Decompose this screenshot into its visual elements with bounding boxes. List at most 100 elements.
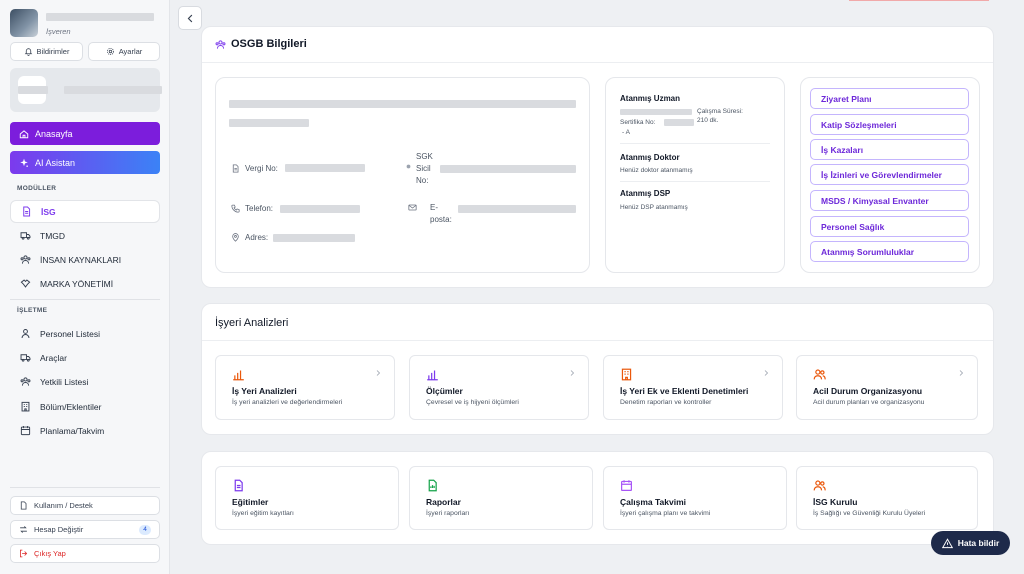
company-name-redacted-2 [229,119,309,127]
report-error-label: Hata bildir [957,538,1000,548]
nav-departments[interactable]: Bölüm/Eklentiler [10,395,160,418]
nav-human-resources[interactable]: İNSAN KAYNAKLARI [10,248,160,271]
tile-work-calendar[interactable]: Çalışma Takvimi İşyeri çalışma planı ve … [603,466,787,530]
document-icon [234,479,243,492]
dot-icon [406,164,411,169]
expert-work-label: Çalışma Süresi: [697,108,743,115]
tile-reports[interactable]: Raporlar İşyeri raporları [409,466,593,530]
visit-plan-button[interactable]: Ziyaret Planı [810,88,969,109]
tile-title: Eğitimler [232,497,269,507]
nav-home[interactable]: Anasayfa [10,122,160,145]
nav-personnel-list[interactable]: Personel Listesi [10,322,160,345]
people-icon [20,255,31,264]
modules-section-label: MODÜLLER [17,185,57,192]
nav-brand-label: MARKA YÖNETİMİ [40,278,114,289]
usage-label: Kullanım / Destek [34,501,93,510]
nav-authorized-list[interactable]: Yetkili Listesi [10,370,160,393]
osgb-title: OSGB Bilgileri [215,38,307,50]
tile-subtitle: Acil durum planları ve organizasyonu [813,399,925,406]
assigned-doctor-title: Atanmış Doktor [620,153,680,162]
company-name-redacted [229,100,576,108]
work-accidents-button[interactable]: İş Kazaları [810,139,969,160]
expert-separator-1 [620,143,770,144]
expert-separator-2 [620,181,770,182]
tile-subtitle: İşyeri raporları [426,510,470,517]
switch-account-button[interactable]: Hesap Değiştir 4 [10,520,160,539]
sgk-number-redacted [440,165,576,173]
logout-icon [20,549,28,558]
switch-label: Hesap Değiştir [34,525,84,534]
nav-brand-management[interactable]: MARKA YÖNETİMİ [10,272,160,295]
osgb-title-text: OSGB Bilgileri [231,38,307,50]
personnel-health-button[interactable]: Personel Sağlık [810,216,969,237]
nav-isg[interactable]: İSG [10,200,160,223]
logout-button[interactable]: Çıkış Yap [10,544,160,563]
expert-work-value: 210 dk. [697,117,719,124]
chevron-left-icon [187,14,192,22]
phone-icon [231,204,240,213]
tile-subtitle: İş Sağlığı ve Güvenliği Kurulu Üyeleri [813,510,926,517]
sgk-number-label: SGK Sicil No: [416,152,433,185]
email-label: E-posta: [430,203,452,224]
document-icon [23,206,31,217]
back-button[interactable] [178,6,202,30]
expert-name-redacted [620,109,692,115]
tile-subtitle: İşyeri eğitim kayıtları [232,510,294,517]
chevron-right-icon [376,370,381,376]
tile-title: Acil Durum Organizasyonu [813,386,923,396]
building-icon [21,401,30,412]
user-profile[interactable]: İşveren [10,9,160,39]
katip-contracts-button[interactable]: Katip Sözleşmeleri [810,114,969,135]
email-field: E-posta: [408,202,452,226]
tile-emergency-organization[interactable]: Acil Durum Organizasyonu Acil durum plan… [796,355,978,420]
nav-planning-calendar[interactable]: Planlama/Takvim [10,419,160,442]
nav-ai-assistant[interactable]: AI Asistan [10,151,160,174]
work-permits-button[interactable]: İş İzinleri ve Görevlendirmeler [810,164,969,185]
report-error-button[interactable]: Hata bildir [931,531,1010,555]
chevron-right-icon [570,370,575,376]
tile-subtitle: Çevresel ve iş hijyeni ölçümleri [426,399,519,406]
expert-class: - A [622,129,630,136]
nav-vehicles[interactable]: Araçlar [10,346,160,369]
bar-chart-icon [233,370,244,381]
tax-number-field: Vergi No: [231,164,278,173]
tile-title: İş Yeri Ek ve Eklenti Denetimleri [620,386,749,396]
bell-icon [24,48,32,56]
nav-tmgd[interactable]: TMGD [10,224,160,247]
truck-icon [20,232,31,240]
sgk-number-field: SGK Sicil No: [406,151,438,187]
usage-support-button[interactable]: Kullanım / Destek [10,496,160,515]
phone-field: Telefon: [231,204,273,213]
company-card[interactable] [10,68,162,112]
assigned-responsibilities-button[interactable]: Atanmış Sorumluluklar [810,241,969,262]
nav-isg-label: İSG [41,206,56,217]
address-redacted [273,234,355,242]
tile-subtitle: İş yeri analizleri ve değerlendirmeleri [232,399,343,406]
nav-authorized-label: Yetkili Listesi [40,376,89,387]
tile-measurements[interactable]: Ölçümler Çevresel ve iş hijyeni ölçümler… [409,355,589,420]
settings-button[interactable]: Ayarlar [88,42,160,61]
switch-icon [20,526,27,533]
truck-icon [20,354,31,362]
tile-isg-committee[interactable]: İSG Kurulu İş Sağlığı ve Güvenliği Kurul… [796,466,978,530]
tile-trainings[interactable]: Eğitimler İşyeri eğitim kayıtları [215,466,399,530]
settings-label: Ayarlar [118,47,143,56]
business-section-label: İŞLETME [17,307,48,314]
avatar [10,9,38,37]
email-redacted [458,205,576,213]
user-name-redacted [46,13,154,21]
address-field: Adres: [231,233,268,242]
notifications-label: Bildirimler [36,47,70,56]
tile-workplace-analyses[interactable]: İş Yeri Analizleri İş yeri analizleri ve… [215,355,395,420]
msds-chemical-inventory-button[interactable]: MSDS / Kimyasal Envanter [810,190,969,211]
home-icon [19,129,29,138]
tile-inspections[interactable]: İş Yeri Ek ve Eklenti Denetimleri Deneti… [603,355,783,420]
tile-title: İSG Kurulu [813,497,858,507]
bar-chart-icon [427,370,438,381]
tile-title: Ölçümler [426,386,463,396]
tile-subtitle: Denetim raporları ve kontroller [620,399,712,406]
phone-label: Telefon: [245,204,274,213]
calendar-icon [20,426,31,436]
notifications-button[interactable]: Bildirimler [10,42,83,61]
chevron-right-icon [959,370,964,376]
